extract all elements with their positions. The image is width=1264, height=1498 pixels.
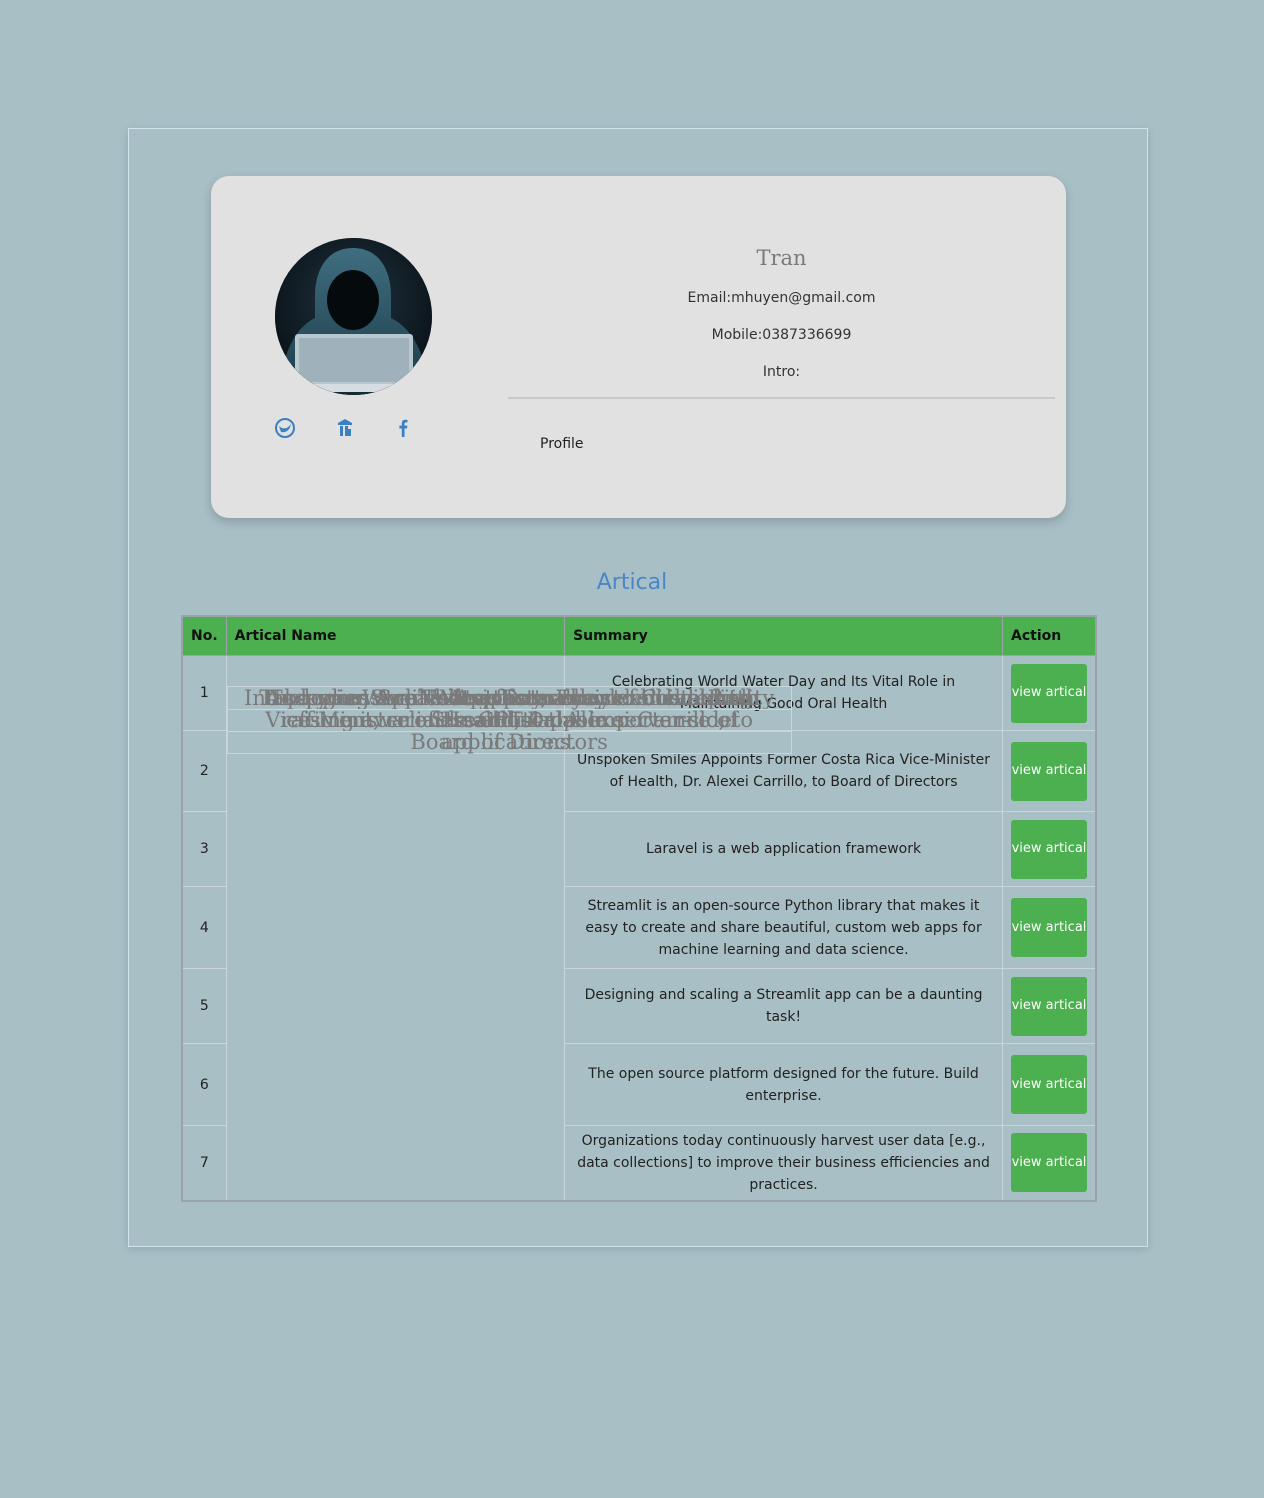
table-row: 5 Take your Streamlit apps to the next le…: [181, 686, 1097, 1044]
row-number: 7: [181, 1125, 227, 1201]
row-number: 6: [181, 1043, 227, 1126]
avatar: [275, 238, 432, 395]
linkedin-icon[interactable]: [333, 416, 357, 440]
action-cell: view artical: [1002, 730, 1097, 812]
action-cell: view artical: [1002, 886, 1097, 969]
profile-name: Tran: [756, 246, 807, 270]
view-article-button[interactable]: view artical: [1011, 741, 1087, 801]
view-article-button[interactable]: view artical: [1011, 898, 1087, 957]
action-cell: view artical: [1002, 655, 1097, 731]
row-number: 3: [181, 811, 227, 887]
view-article-button[interactable]: view artical: [1011, 976, 1087, 1036]
view-article-button[interactable]: view artical: [1011, 1055, 1087, 1114]
header-no: No.: [181, 615, 227, 656]
table-row: 3 Meet Laravel Laravel is a web applicatio…: [181, 686, 1097, 887]
articles-table: No. Artical Name Summary Action 1 Today i…: [181, 615, 1097, 1202]
row-number: 5: [181, 968, 227, 1044]
view-article-button[interactable]: view artical: [1011, 663, 1087, 723]
article-summary: Designing and scaling a Streamlit app ca…: [564, 968, 1003, 1044]
article-summary: Streamlit is an open-source Python libra…: [564, 886, 1003, 969]
action-cell: view artical: [1002, 1125, 1097, 1201]
article-summary: Organizations today continuously harvest…: [564, 1125, 1003, 1201]
profile-email: Email:mhuyen@gmail.com: [687, 290, 876, 306]
table-row: 4 Introducing AppTest: a faster way to bu…: [181, 686, 1097, 969]
section-title: Artical: [596, 570, 668, 595]
header-summary: Summary: [564, 615, 1003, 656]
article-name: a thematic analysis: [226, 686, 792, 710]
profile-mobile: Mobile:0387336699: [711, 327, 852, 343]
profile-link[interactable]: Profile: [540, 436, 584, 452]
view-article-button[interactable]: view artical: [1011, 819, 1087, 879]
article-summary: Laravel is a web application framework: [564, 811, 1003, 887]
table-row: 6A progressive Node.js framework for bui…: [181, 686, 1097, 1126]
profile-card: Tran Email:mhuyen@gmail.com Mobile:03873…: [211, 176, 1066, 518]
divider: [508, 397, 1055, 399]
article-summary: The open source platform designed for th…: [564, 1043, 1003, 1126]
row-number: 4: [181, 886, 227, 969]
row-number: 1: [181, 655, 227, 731]
profile-intro: Intro:: [762, 364, 801, 380]
header-action: Action: [1002, 615, 1097, 656]
action-cell: view artical: [1002, 811, 1097, 887]
table-row: 7 a thematic analysis Organizations today …: [181, 686, 1097, 1201]
table-header-row: No. Artical Name Summary Action: [181, 615, 1097, 656]
action-cell: view artical: [1002, 1043, 1097, 1126]
twitter-icon[interactable]: [273, 416, 297, 440]
row-number: 2: [181, 730, 227, 812]
action-cell: view artical: [1002, 968, 1097, 1044]
facebook-icon[interactable]: [391, 416, 415, 440]
header-name: Artical Name: [225, 615, 566, 656]
view-article-button[interactable]: view artical: [1011, 1133, 1087, 1193]
